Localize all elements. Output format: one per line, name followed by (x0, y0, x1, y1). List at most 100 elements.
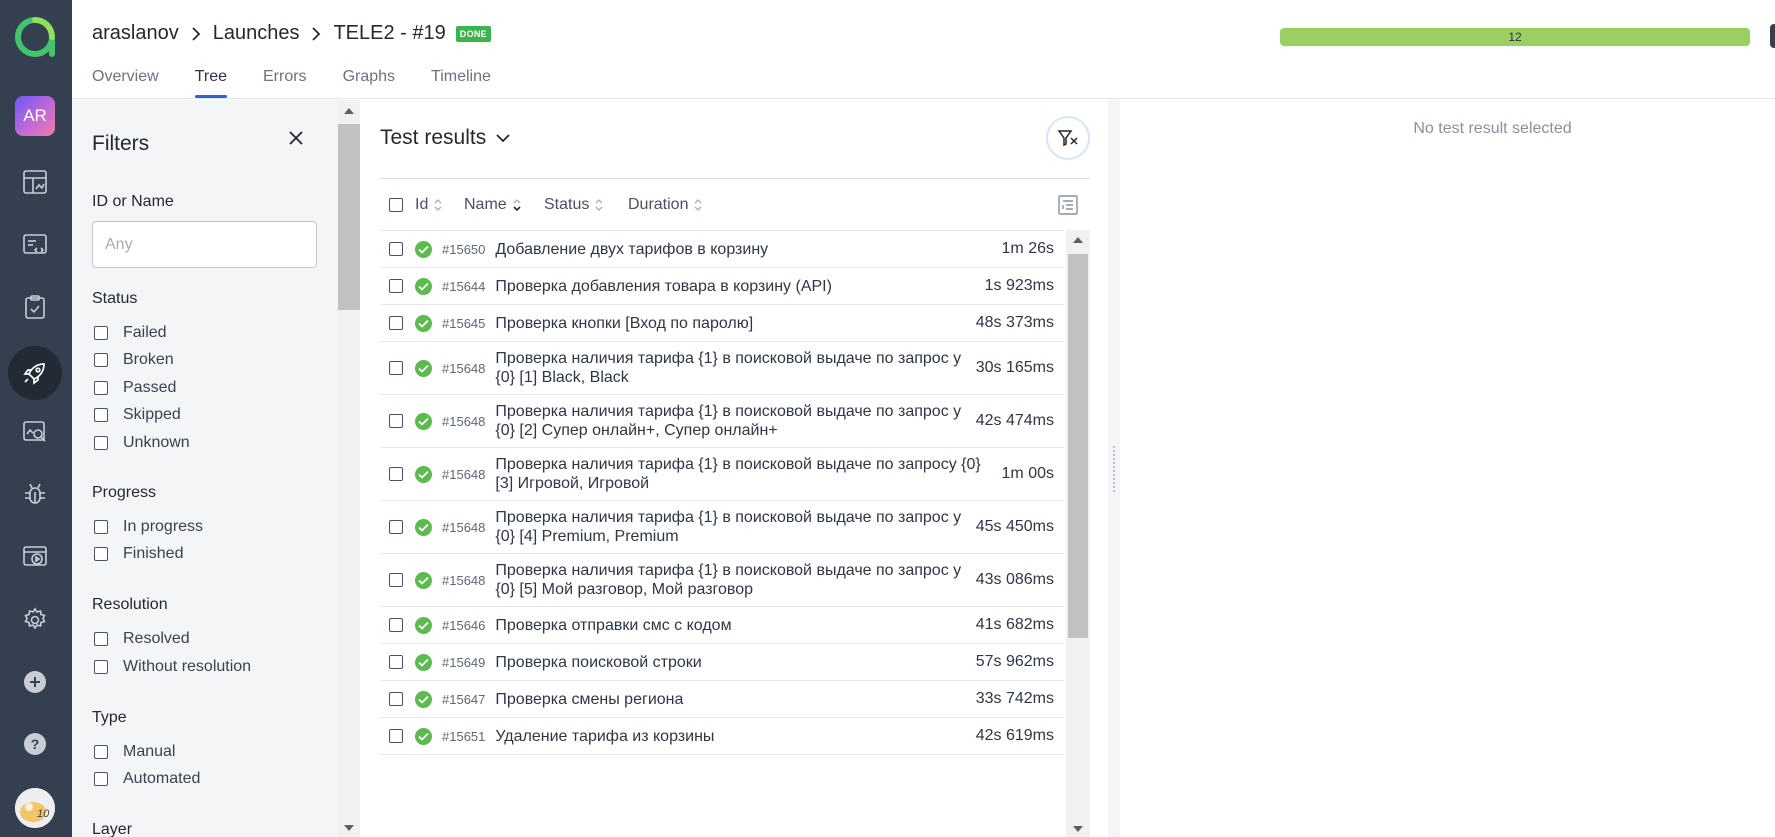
breadcrumb-project[interactable]: araslanov (92, 22, 179, 45)
checkbox[interactable] (94, 326, 108, 340)
table-row[interactable]: #15647 Проверка смены региона 33s 742ms (380, 680, 1064, 717)
chevron-down-icon (496, 134, 510, 143)
column-duration[interactable]: Duration (628, 196, 728, 214)
checkbox[interactable] (94, 408, 108, 422)
help-icon[interactable]: ? (19, 728, 51, 760)
table-row[interactable]: #15645 Проверка кнопки [Вход по паролю] 48… (380, 304, 1064, 341)
row-duration: 42s 619ms (975, 727, 1054, 744)
column-settings-icon[interactable] (1056, 193, 1080, 217)
drag-handle-icon[interactable] (1112, 445, 1116, 493)
filter-progress-in-progress[interactable]: In progress (94, 518, 203, 536)
filter-status-skipped[interactable]: Skipped (94, 406, 181, 424)
breadcrumb-launch: TELE2 - #19 (333, 22, 446, 44)
table-row[interactable]: #15648 Проверка наличия тарифа {1} в поис… (380, 500, 1064, 553)
row-id: #15651 (442, 728, 486, 744)
results-scrollbar[interactable] (1066, 230, 1090, 837)
panel-splitter[interactable] (1108, 100, 1120, 837)
row-name: Удаление тарифа из корзины (495, 727, 715, 745)
row-checkbox[interactable] (389, 279, 403, 293)
settings-icon[interactable] (19, 604, 51, 636)
defects-icon[interactable] (19, 478, 51, 510)
sort-icon (695, 198, 702, 211)
filters-scrollbar[interactable] (338, 100, 360, 837)
row-checkbox[interactable] (389, 729, 403, 743)
row-checkbox[interactable] (389, 655, 403, 669)
scroll-up-icon[interactable] (1073, 237, 1083, 243)
row-checkbox[interactable] (389, 573, 403, 587)
table-row[interactable]: #15648 Проверка наличия тарифа {1} в поис… (380, 553, 1064, 606)
id-or-name-input[interactable] (92, 221, 317, 268)
table-row[interactable]: #15649 Проверка поисковой строки 57s 962ms (380, 643, 1064, 680)
breadcrumb-launches[interactable]: Launches (213, 22, 300, 45)
table-row[interactable]: #15644 Проверка добавления товара в корзи… (380, 267, 1064, 304)
checkbox[interactable] (94, 436, 108, 450)
row-checkbox[interactable] (389, 692, 403, 706)
tab-overview[interactable]: Overview (92, 68, 159, 98)
scroll-down-icon[interactable] (344, 825, 354, 831)
filter-status-broken[interactable]: Broken (94, 351, 174, 369)
add-icon[interactable] (19, 666, 51, 698)
checkbox[interactable] (94, 745, 108, 759)
row-checkbox[interactable] (389, 467, 403, 481)
row-checkbox[interactable] (389, 316, 403, 330)
filter-status-passed[interactable]: Passed (94, 379, 176, 397)
checkbox[interactable] (94, 520, 108, 534)
filter-status-unknown[interactable]: Unknown (94, 434, 190, 452)
project-avatar[interactable]: AR (15, 96, 55, 136)
analytics-icon[interactable] (19, 416, 51, 448)
table-row[interactable]: #15648 Проверка наличия тарифа {1} в поис… (380, 447, 1064, 500)
scroll-down-icon[interactable] (1073, 826, 1083, 832)
dashboards-icon[interactable] (19, 166, 51, 198)
column-id[interactable]: Id (415, 196, 464, 214)
checkbox[interactable] (94, 547, 108, 561)
jobs-icon[interactable] (19, 541, 51, 573)
row-checkbox[interactable] (389, 414, 403, 428)
clear-filters-button[interactable] (1046, 116, 1090, 160)
column-name[interactable]: Name (464, 196, 544, 214)
checkbox[interactable] (94, 660, 108, 674)
row-name: Проверка добавления товара в корзину (AP… (495, 277, 832, 295)
tab-graphs[interactable]: Graphs (343, 68, 395, 98)
allure-logo-icon[interactable] (14, 16, 56, 58)
table-row[interactable]: #15651 Удаление тарифа из корзины 42s 619m… (380, 717, 1064, 754)
status-passed-icon (415, 412, 432, 430)
test-plans-icon[interactable] (19, 291, 51, 323)
tab-tree[interactable]: Tree (194, 68, 228, 98)
table-row[interactable]: #15650 Добавление двух тарифов в корзину 1… (380, 230, 1064, 267)
launch-progress-bar: 12 (1280, 28, 1750, 46)
close-icon[interactable] (286, 128, 306, 148)
test-cases-icon[interactable] (19, 229, 51, 261)
row-checkbox[interactable] (389, 361, 403, 375)
type-group-label: Type (92, 709, 127, 726)
row-name: Проверка смены региона (495, 690, 684, 708)
tab-errors[interactable]: Errors (263, 68, 307, 98)
checkbox[interactable] (94, 353, 108, 367)
row-checkbox[interactable] (389, 242, 403, 256)
filter-clear-icon (1057, 130, 1078, 147)
table-row[interactable]: #15648 Проверка наличия тарифа {1} в поис… (380, 394, 1064, 447)
checkbox[interactable] (94, 381, 108, 395)
filter-type-manual[interactable]: Manual (94, 743, 175, 761)
row-checkbox[interactable] (389, 618, 403, 632)
table-row[interactable]: #15648 Проверка наличия тарифа {1} в поис… (380, 341, 1064, 394)
filter-status-failed[interactable]: Failed (94, 324, 167, 342)
collapsed-panel-handle[interactable] (1770, 24, 1775, 48)
left-navigation: AR ? 10 (0, 0, 72, 837)
scrollbar-thumb[interactable] (1068, 254, 1088, 638)
filter-progress-finished[interactable]: Finished (94, 545, 183, 563)
column-status[interactable]: Status (544, 196, 628, 214)
filter-resolution-without[interactable]: Without resolution (94, 658, 251, 676)
row-checkbox[interactable] (389, 520, 403, 534)
user-avatar[interactable]: 10 (15, 788, 55, 828)
filter-type-automated[interactable]: Automated (94, 770, 200, 788)
scrollbar-thumb[interactable] (338, 124, 360, 310)
table-row[interactable]: #15646 Проверка отправки смс с кодом 41s 6… (380, 606, 1064, 643)
tab-timeline[interactable]: Timeline (431, 68, 491, 98)
results-title[interactable]: Test results (380, 126, 510, 150)
launches-icon[interactable] (8, 346, 62, 400)
filter-resolution-resolved[interactable]: Resolved (94, 630, 190, 648)
select-all-checkbox[interactable] (389, 197, 403, 212)
checkbox[interactable] (94, 632, 108, 646)
checkbox[interactable] (94, 772, 108, 786)
scroll-up-icon[interactable] (344, 108, 354, 114)
